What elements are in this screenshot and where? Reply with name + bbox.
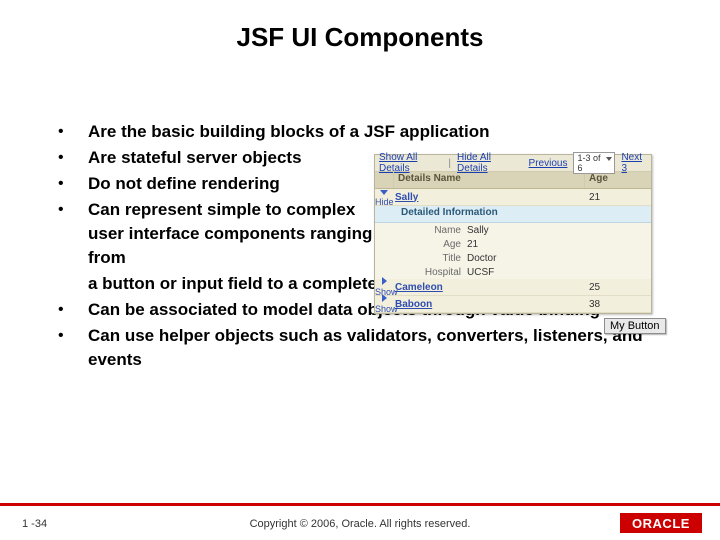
slide-title: JSF UI Components: [0, 22, 720, 53]
master-row-expanded[interactable]: Hide Sally 21: [375, 189, 651, 206]
master-name[interactable]: Sally: [393, 192, 585, 203]
detail-key: Name: [375, 225, 467, 236]
detail-val: 21: [467, 239, 478, 250]
bullet-1: Are the basic building blocks of a JSF a…: [88, 120, 489, 144]
slide: JSF UI Components •Are the basic buildin…: [0, 0, 720, 540]
row-age: 38: [585, 299, 651, 310]
col-name: Details Name: [394, 172, 585, 188]
example-table-panel: Show All Details | Hide All Details Prev…: [374, 154, 652, 314]
copyright: Copyright © 2006, Oracle. All rights res…: [0, 518, 720, 530]
row-age: 25: [585, 282, 651, 293]
footer: 1 -34 Copyright © 2006, Oracle. All righ…: [0, 503, 720, 540]
detail-key: Hospital: [375, 267, 467, 278]
master-age: 21: [585, 192, 651, 203]
bullet-2: Are stateful server objects: [88, 146, 302, 170]
oracle-logo: ORACLE: [620, 513, 702, 533]
disclosure-collapsed-icon[interactable]: Show: [375, 294, 393, 314]
disclosure-expanded-icon[interactable]: Hide: [375, 187, 393, 207]
my-button[interactable]: My Button: [604, 318, 666, 334]
show-all-link[interactable]: Show All Details: [379, 152, 442, 174]
detail-val: UCSF: [467, 267, 494, 278]
toolbar-sep: |: [448, 158, 451, 169]
detail-val: Sally: [467, 225, 489, 236]
prev-link[interactable]: Previous: [529, 158, 568, 169]
col-age: Age: [585, 172, 651, 188]
detail-key: Age: [375, 239, 467, 250]
next-link[interactable]: Next 3: [621, 152, 647, 174]
bullet-4a: Can represent simple to complex user int…: [88, 198, 378, 270]
bullet-3: Do not define rendering: [88, 172, 280, 196]
row-name[interactable]: Baboon: [393, 299, 585, 310]
table-header: Details Name Age: [375, 172, 651, 189]
row-name[interactable]: Cameleon: [393, 282, 585, 293]
panel-toolbar: Show All Details | Hide All Details Prev…: [375, 155, 651, 172]
detail-val: Doctor: [467, 253, 496, 264]
range-select[interactable]: 1-3 of 6: [573, 152, 615, 174]
detail-key: Title: [375, 253, 467, 264]
collapsed-row[interactable]: Show Cameleon 25: [375, 279, 651, 296]
bullet-6: Can use helper objects such as validator…: [88, 324, 658, 372]
bullet-4b: a button or input field to a complete pa…: [88, 272, 421, 296]
collapsed-row[interactable]: Show Baboon 38: [375, 296, 651, 313]
hide-all-link[interactable]: Hide All Details: [457, 152, 517, 174]
detail-section-header: Detailed Information: [375, 206, 651, 223]
